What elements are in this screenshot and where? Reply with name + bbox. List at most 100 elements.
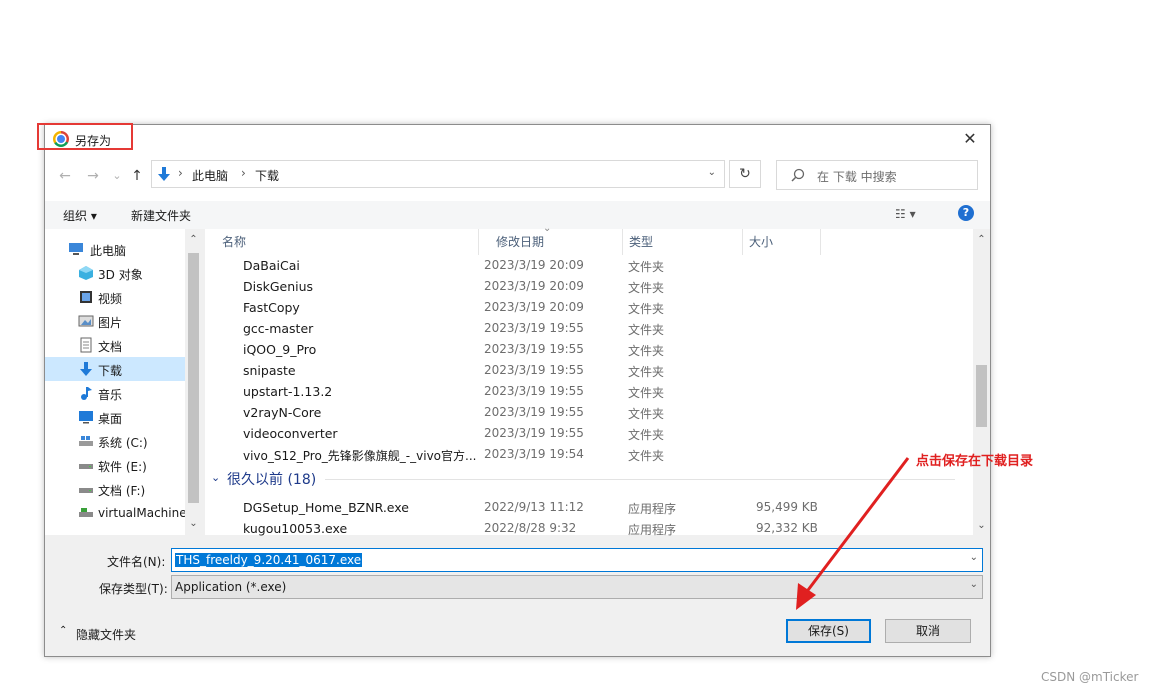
file-type: 文件夹	[628, 260, 665, 274]
scrollbar-thumb[interactable]	[976, 365, 987, 427]
title-bar: 另存为 ✕	[37, 123, 990, 155]
filename-label: 文件名(N):	[107, 555, 166, 569]
file-name: iQOO_9_Pro	[243, 342, 317, 357]
video-icon	[80, 291, 92, 303]
column-header-name[interactable]: 名称	[205, 229, 479, 255]
close-button[interactable]: ✕	[958, 127, 982, 151]
file-date: 2023/3/19 20:09	[484, 300, 584, 314]
file-row[interactable]: videoconverter 2023/3/19 19:55 文件夹	[205, 423, 965, 444]
chevron-down-icon[interactable]: ⌄	[970, 579, 978, 590]
file-name: videoconverter	[243, 426, 338, 441]
file-name: upstart-1.13.2	[243, 384, 333, 399]
sidebar-item-label: 下载	[98, 364, 123, 378]
file-row[interactable]: snipaste 2023/3/19 19:55 文件夹	[205, 360, 965, 381]
up-button[interactable]: ↑	[127, 165, 147, 187]
refresh-button[interactable]: ↻	[729, 160, 761, 188]
file-type: 文件夹	[628, 323, 665, 337]
sidebar-item-drive-e[interactable]: 软件 (E:)	[45, 453, 185, 477]
sidebar-item-label: 视频	[98, 292, 123, 306]
sidebar-item-drive-c[interactable]: 系统 (C:)	[45, 429, 185, 453]
music-icon	[81, 387, 92, 400]
recent-locations-button[interactable]: ⌄	[107, 165, 127, 187]
drive-icon	[79, 464, 93, 469]
sidebar-item-label: virtualMachine	[98, 506, 185, 520]
file-date: 2023/3/19 20:09	[484, 258, 584, 272]
file-list-scrollbar[interactable]: ⌃ ⌄	[973, 229, 990, 535]
search-placeholder: 在 下载 中搜索	[817, 170, 897, 184]
view-options-icon[interactable]: ☷ ▾	[895, 207, 916, 221]
file-row[interactable]: FastCopy 2023/3/19 20:09 文件夹	[205, 297, 965, 318]
sidebar-item-3d-objects[interactable]: 3D 对象	[45, 261, 185, 285]
file-name: kugou10053.exe	[243, 521, 348, 536]
breadcrumb-this-pc[interactable]: 此电脑	[192, 167, 228, 184]
back-button[interactable]: ←	[55, 165, 75, 187]
sidebar-item-this-pc[interactable]: 此电脑	[45, 237, 185, 261]
sidebar-item-downloads[interactable]: 下载	[45, 357, 185, 381]
sidebar-item-virtual-machine[interactable]: virtualMachine	[45, 501, 185, 525]
file-date: 2023/3/19 19:55	[484, 363, 584, 377]
help-icon[interactable]: ?	[958, 205, 974, 221]
file-name: DGSetup_Home_BZNR.exe	[243, 500, 409, 515]
group-header-long-ago[interactable]: 很久以前 (18)	[227, 469, 316, 489]
sidebar-item-documents[interactable]: 文档	[45, 333, 185, 357]
sidebar-item-music[interactable]: 音乐	[45, 381, 185, 405]
sidebar-item-label: 系统 (C:)	[98, 436, 148, 450]
file-type: 文件夹	[628, 407, 665, 421]
file-type: 应用程序	[628, 502, 677, 516]
sidebar-item-videos[interactable]: 视频	[45, 285, 185, 309]
navigation-scrollbar[interactable]: ⌃ ⌄	[185, 229, 202, 535]
column-header-size[interactable]: 大小	[743, 229, 821, 255]
watermark: CSDN @mTicker	[1041, 670, 1139, 684]
sidebar-item-pictures[interactable]: 图片	[45, 309, 185, 333]
file-type: 文件夹	[628, 344, 665, 358]
sidebar-item-desktop[interactable]: 桌面	[45, 405, 185, 429]
new-folder-button[interactable]: 新建文件夹	[131, 207, 191, 224]
hide-folders-button[interactable]: 隐藏文件夹	[76, 626, 136, 643]
file-date: 2022/8/28 9:32	[484, 521, 577, 535]
breadcrumb-separator: ›	[178, 166, 183, 180]
column-header-type[interactable]: 类型	[623, 229, 743, 255]
file-date: 2023/3/19 19:55	[484, 342, 584, 356]
computer-icon	[69, 243, 83, 255]
address-bar[interactable]: › 此电脑 › 下载 ⌄	[151, 160, 725, 188]
file-row[interactable]: DaBaiCai 2023/3/19 20:09 文件夹	[205, 255, 965, 276]
file-date: 2023/3/19 19:55	[484, 405, 584, 419]
cancel-button[interactable]: 取消	[885, 619, 971, 643]
search-box[interactable]: 在 下载 中搜索	[776, 160, 978, 190]
save-button[interactable]: 保存(S)	[786, 619, 871, 643]
scroll-down-icon[interactable]: ⌄	[185, 515, 202, 532]
file-row[interactable]: v2rayN-Core 2023/3/19 19:55 文件夹	[205, 402, 965, 423]
scrollbar-thumb[interactable]	[188, 253, 199, 503]
drive-icon	[79, 436, 93, 446]
group-collapse-icon[interactable]: ⌄	[211, 471, 220, 484]
file-row[interactable]: DiskGenius 2023/3/19 20:09 文件夹	[205, 276, 965, 297]
file-type: 应用程序	[628, 523, 677, 537]
scroll-down-icon[interactable]: ⌄	[973, 517, 990, 534]
file-date: 2023/3/19 19:55	[484, 426, 584, 440]
sidebar-item-drive-f[interactable]: 文档 (F:)	[45, 477, 185, 501]
forward-button[interactable]: →	[83, 165, 103, 187]
file-date: 2023/3/19 19:55	[484, 384, 584, 398]
download-icon	[80, 362, 92, 376]
file-date: 2023/3/19 19:55	[484, 321, 584, 335]
breadcrumb-downloads[interactable]: 下载	[255, 167, 279, 184]
organize-button[interactable]: 组织 ▾	[63, 207, 97, 224]
file-name: FastCopy	[243, 300, 300, 315]
file-name: gcc-master	[243, 321, 314, 336]
search-icon	[791, 168, 805, 182]
file-row[interactable]: upstart-1.13.2 2023/3/19 19:55 文件夹	[205, 381, 965, 402]
file-row[interactable]: iQOO_9_Pro 2023/3/19 19:55 文件夹	[205, 339, 965, 360]
chevron-up-icon[interactable]: ⌃	[59, 625, 67, 636]
file-row[interactable]: gcc-master 2023/3/19 19:55 文件夹	[205, 318, 965, 339]
chevron-down-icon[interactable]: ⌄	[970, 552, 978, 563]
address-dropdown-icon[interactable]: ⌄	[708, 167, 716, 178]
scroll-up-icon[interactable]: ⌃	[185, 231, 202, 248]
navigation-bar: ← → ⌄ ↑ › 此电脑 › 下载 ⌄ ↻ 在 下载 中搜索	[45, 155, 990, 201]
filetype-label: 保存类型(T):	[99, 582, 168, 596]
picture-icon	[78, 315, 94, 327]
cube-icon	[79, 266, 93, 280]
drive-icon	[79, 508, 93, 517]
scroll-up-icon[interactable]: ⌃	[973, 231, 990, 248]
file-name: DaBaiCai	[243, 258, 300, 273]
sidebar-item-label: 文档 (F:)	[98, 484, 146, 498]
